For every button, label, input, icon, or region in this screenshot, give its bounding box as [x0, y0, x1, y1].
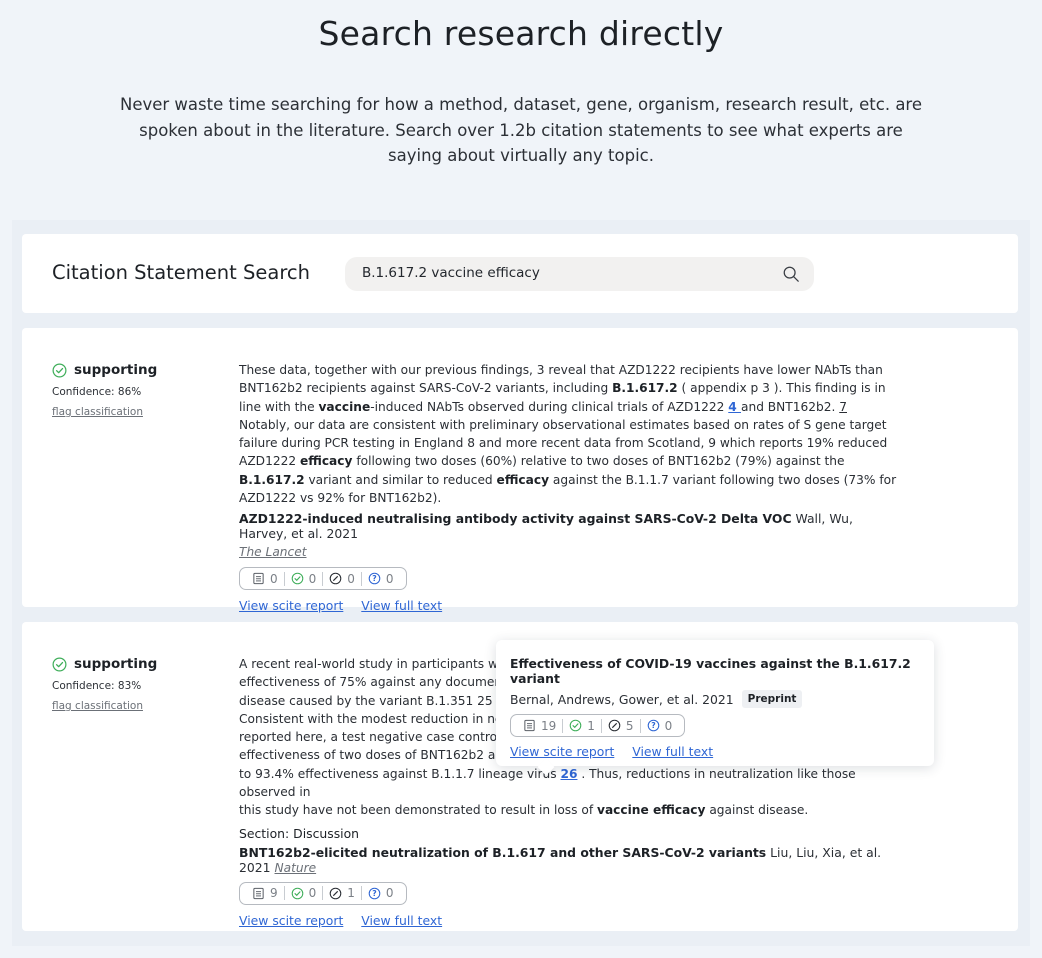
contrasting-icon: [329, 573, 342, 585]
mentioning-icon: [253, 573, 264, 585]
paper-title[interactable]: BNT162b2-elicited neutralization of B.1.…: [239, 845, 766, 860]
svg-text:?: ?: [372, 575, 376, 584]
search-box[interactable]: [345, 257, 814, 291]
svg-text:?: ?: [651, 721, 655, 730]
snippet-highlight: efficacy: [299, 454, 353, 469]
snippet-highlight: B.1.617.2: [239, 472, 305, 487]
result-body: These data, together with our previous f…: [239, 361, 899, 613]
svg-text:?: ?: [372, 889, 376, 898]
supporting-icon: [569, 719, 582, 732]
mentioning-count: 19: [541, 718, 557, 733]
result-links: View scite report View full text: [239, 598, 899, 613]
view-scite-report-link[interactable]: View scite report: [239, 913, 343, 928]
journal-link[interactable]: The Lancet: [239, 545, 307, 559]
supporting-count: 1: [587, 718, 595, 733]
snippet-highlight: vaccine: [318, 399, 371, 414]
snippet-highlight: efficacy: [496, 472, 550, 487]
page-subtitle: Never waste time searching for how a met…: [119, 95, 923, 165]
confidence-text: Confidence: 86%: [52, 386, 142, 398]
snippet-text: against disease.: [705, 803, 809, 818]
confidence-text: Confidence: 83%: [52, 680, 142, 692]
paper-title[interactable]: AZD1222-induced neutralising antibody ac…: [239, 511, 792, 526]
popover-authors-row: Bernal, Andrews, Gower, et al. 2021 Prep…: [510, 690, 920, 708]
question-icon: ?: [368, 887, 381, 899]
question-icon: ?: [647, 719, 659, 732]
reference-link[interactable]: 26: [561, 767, 578, 781]
snippet-line: this study have not been demonstrated to…: [239, 801, 899, 819]
flag-classification-link[interactable]: flag classification: [52, 700, 157, 712]
search-title: Citation Statement Search: [52, 261, 310, 284]
citation-tally[interactable]: 19 1 5 ? 0: [510, 714, 686, 737]
classification-block: supporting Confidence: 86% flag classifi…: [52, 362, 157, 418]
supporting-icon: [291, 887, 303, 899]
mentioning-count: 9: [270, 886, 278, 901]
snippet-line: to 93.4% effectiveness against B.1.1.7 l…: [239, 765, 899, 802]
preprint-badge: Preprint: [741, 690, 803, 708]
search-icon[interactable]: [782, 265, 800, 283]
contrasting-count: 0: [347, 571, 355, 586]
reference-popover: Effectiveness of COVID-19 vaccines again…: [496, 640, 934, 766]
paper-citation: BNT162b2-elicited neutralization of B.1.…: [239, 845, 899, 875]
view-full-text-link[interactable]: View full text: [361, 913, 442, 928]
page-title: Search research directly: [318, 14, 724, 53]
classification-label: supporting: [74, 362, 158, 378]
result-links: View scite report View full text: [239, 913, 899, 928]
snippet-text: this study have not been demonstrated to…: [239, 803, 597, 818]
mentioning-icon: [524, 719, 535, 732]
snippet-highlight: B.1.617.2: [612, 381, 678, 396]
contrasting-count: 1: [347, 886, 355, 901]
popover-paper-title[interactable]: Effectiveness of COVID-19 vaccines again…: [510, 656, 920, 686]
supporting-check-icon: [52, 657, 67, 671]
citation-tally[interactable]: 0 0 0 ? 0: [239, 567, 407, 591]
section-label: Section: Discussion: [239, 825, 360, 841]
snippet-text: and BNT162b2.: [741, 399, 840, 414]
mentioning-icon: [253, 887, 264, 899]
supporting-count: 0: [308, 571, 317, 586]
supporting-count: 0: [308, 886, 317, 901]
classification-label: supporting: [74, 656, 158, 672]
snippet-text: to 93.4% effectiveness against B.1.1.7 l…: [239, 766, 561, 781]
unclassified-count: 0: [385, 886, 394, 901]
citation-snippet: These data, together with our previous f…: [239, 361, 899, 507]
view-full-text-link[interactable]: View full text: [361, 598, 442, 613]
search-input[interactable]: [362, 265, 762, 281]
view-scite-report-link[interactable]: View scite report: [239, 598, 343, 613]
snippet-text: variant and similar to reduced: [304, 472, 497, 487]
supporting-check-icon: [52, 363, 67, 377]
classification-block: supporting Confidence: 83% flag classifi…: [52, 656, 157, 712]
view-full-text-link[interactable]: View full text: [632, 744, 713, 759]
citation-tally[interactable]: 9 0 1 ? 0: [239, 881, 407, 905]
snippet-highlight: vaccine efficacy: [597, 803, 706, 818]
result-card: supporting Confidence: 86% flag classifi…: [22, 328, 1018, 613]
paper-citation: AZD1222-induced neutralising antibody ac…: [239, 511, 899, 541]
popover-authors: Bernal, Andrews, Gower, et al. 2021: [510, 691, 734, 707]
unclassified-count: 0: [664, 718, 673, 733]
supporting-icon: [291, 573, 303, 585]
contrasting-icon: [608, 719, 621, 732]
mentioning-count: 0: [270, 571, 278, 586]
reference-link[interactable]: 7: [839, 400, 847, 414]
unclassified-count: 0: [385, 571, 394, 586]
journal-link[interactable]: Nature: [275, 861, 317, 875]
view-scite-report-link[interactable]: View scite report: [510, 744, 614, 759]
snippet-text: -induced NAbTs observed during clinical …: [370, 399, 729, 414]
snippet-text: following two doses (60%) relative to tw…: [352, 454, 845, 469]
contrasting-icon: [329, 887, 342, 899]
contrasting-count: 5: [625, 718, 634, 733]
search-card: Citation Statement Search: [22, 234, 1018, 313]
popover-links: View scite report View full text: [510, 744, 920, 759]
flag-classification-link[interactable]: flag classification: [52, 406, 157, 418]
reference-link[interactable]: 4: [728, 400, 741, 414]
question-icon: ?: [368, 573, 381, 585]
